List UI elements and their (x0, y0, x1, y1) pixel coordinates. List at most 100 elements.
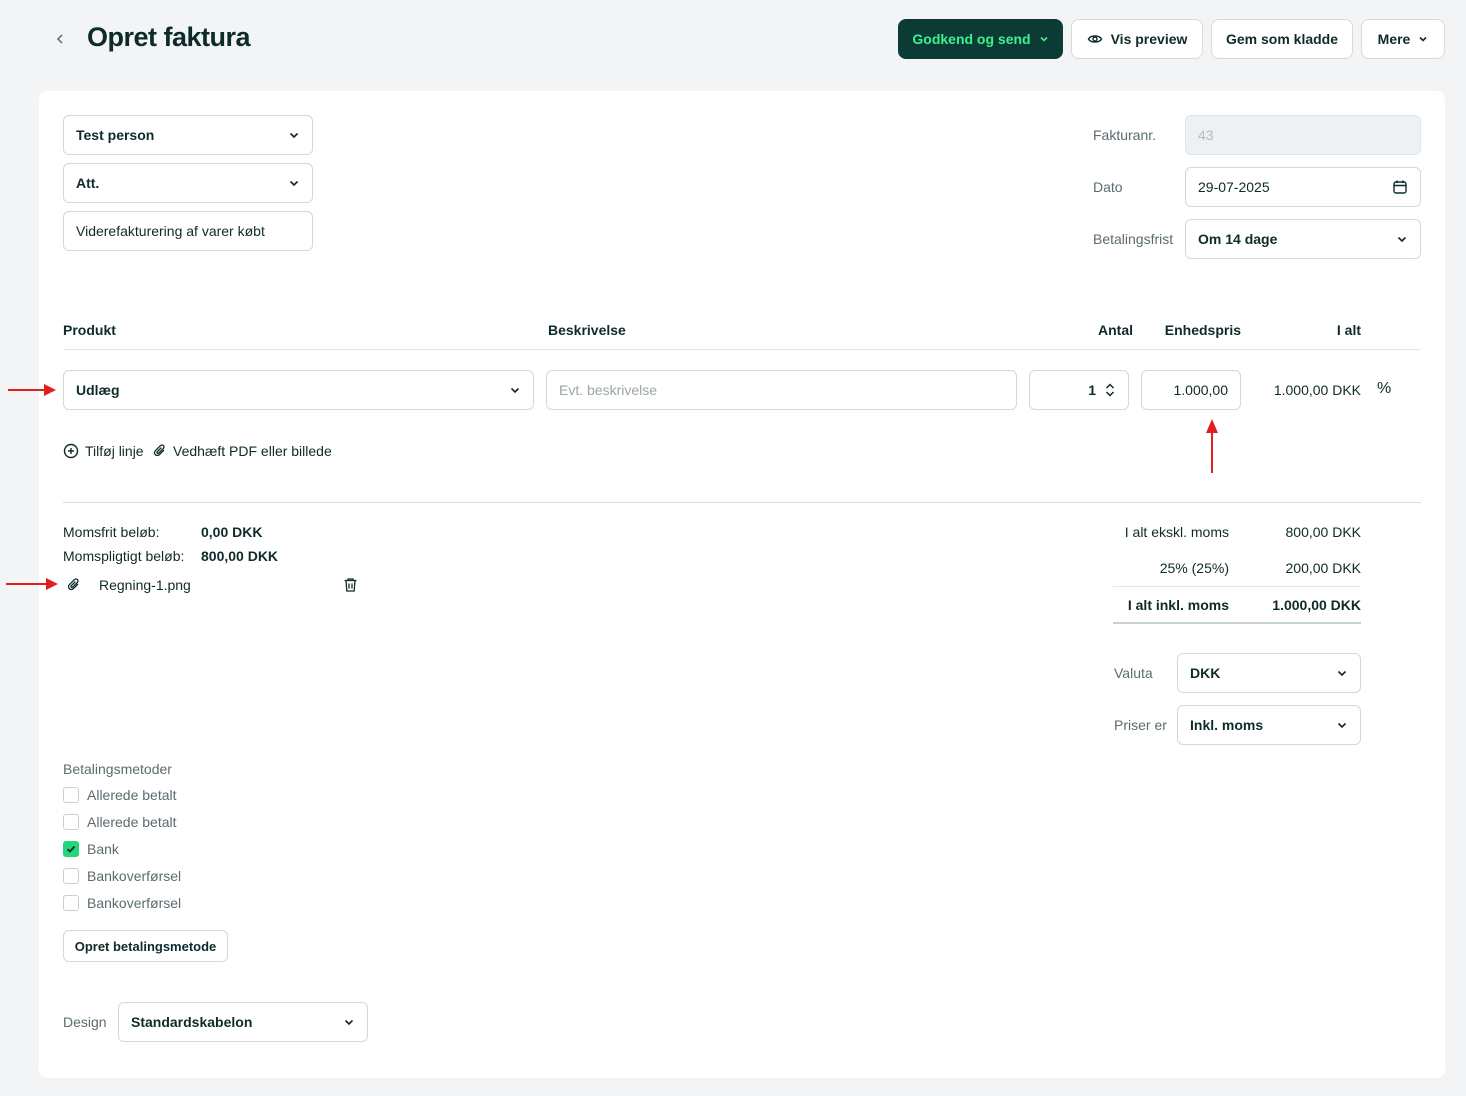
chevron-down-icon (289, 132, 299, 139)
attachment-filename[interactable]: Regning-1.png (99, 577, 191, 593)
subject-input[interactable]: Viderefakturering af varer købt (63, 211, 313, 251)
col-description: Beskrivelse (548, 322, 626, 338)
design-label: Design (63, 1014, 107, 1030)
annotation-arrow-icon (8, 384, 56, 396)
payment-method-label: Bankoverførsel (87, 868, 182, 884)
section-divider (63, 502, 1421, 503)
chevron-down-icon (510, 387, 520, 394)
total-excl-label: I alt ekskl. moms (1124, 524, 1229, 540)
chevron-down-icon (1040, 36, 1048, 42)
approve-send-button[interactable]: Godkend og send (898, 19, 1063, 59)
invoice-no-label: Fakturanr. (1093, 127, 1157, 143)
attach-file-label: Vedhæft PDF eller billede (173, 443, 332, 459)
prices-label: Priser er (1114, 717, 1167, 733)
contact-select[interactable]: Test person (63, 115, 313, 155)
page-title: Opret faktura (87, 22, 251, 52)
att-select[interactable]: Att. (63, 163, 313, 203)
col-qty: Antal (1098, 322, 1133, 338)
currency-select[interactable]: DKK (1177, 653, 1361, 693)
payment-method-label: Allerede betalt (87, 787, 177, 803)
more-button[interactable]: Mere (1361, 19, 1445, 59)
payment-checkbox[interactable] (63, 787, 79, 803)
preview-label: Vis preview (1110, 31, 1188, 47)
stepper-arrows-icon[interactable] (1104, 382, 1116, 398)
save-draft-label: Gem som kladde (1225, 31, 1339, 47)
due-value: Om 14 dage (1198, 231, 1278, 247)
product-select[interactable]: Udlæg (63, 370, 534, 410)
payment-checkbox[interactable] (63, 868, 79, 884)
discount-button[interactable]: % (1377, 380, 1391, 398)
payment-method-label: Allerede betalt (87, 814, 177, 830)
qty-value: 1 (1088, 382, 1096, 398)
description-input[interactable]: Evt. beskrivelse (546, 370, 1017, 410)
back-button[interactable] (52, 28, 68, 50)
date-label: Dato (1093, 179, 1123, 195)
chevron-down-icon (1397, 236, 1407, 243)
add-line-button[interactable]: Tilføj linje (63, 443, 144, 459)
payment-method-label: Bankoverførsel (87, 895, 182, 911)
create-payment-method-button[interactable]: Opret betalingsmetode (63, 930, 228, 962)
taxable-amount-label: Momspligtigt beløb: (63, 548, 185, 564)
preview-button[interactable]: Vis preview (1071, 19, 1203, 59)
col-total: I alt (1336, 322, 1361, 338)
contact-value: Test person (76, 127, 155, 143)
chevron-down-icon (1337, 722, 1347, 729)
chevron-down-icon (1337, 670, 1347, 677)
design-value: Standardskabelon (131, 1014, 253, 1030)
add-line-label: Tilføj linje (85, 443, 144, 459)
save-draft-button[interactable]: Gem som kladde (1211, 19, 1353, 59)
taxable-amount-value: 800,00 DKK (201, 548, 279, 564)
check-icon (66, 845, 76, 853)
exempt-amount-value: 0,00 DKK (201, 524, 263, 540)
invoice-no-value: 43 (1198, 127, 1214, 143)
chevron-left-icon (56, 34, 63, 44)
product-value: Udlæg (76, 382, 120, 398)
table-divider (63, 349, 1421, 350)
payment-checkbox[interactable] (63, 895, 79, 911)
approve-send-label: Godkend og send (912, 31, 1031, 47)
paperclip-icon (153, 444, 165, 457)
unit-price-input[interactable]: 1.000,00 (1141, 370, 1241, 410)
payment-checkbox[interactable] (63, 814, 79, 830)
attach-file-button[interactable]: Vedhæft PDF eller billede (153, 443, 332, 459)
due-select[interactable]: Om 14 dage (1185, 219, 1421, 259)
total-excl-value: 800,00 DKK (1285, 524, 1362, 540)
unit-price-value: 1.000,00 (1173, 382, 1229, 398)
vat-rate-label: 25% (25%) (1159, 560, 1229, 576)
vat-value: 200,00 DKK (1285, 560, 1362, 576)
trash-icon[interactable] (343, 577, 358, 593)
annotation-arrow-icon (6, 578, 58, 590)
qty-stepper[interactable]: 1 (1029, 370, 1129, 410)
due-label: Betalingsfrist (1093, 231, 1174, 247)
paperclip-icon (67, 578, 79, 591)
more-label: Mere (1377, 31, 1411, 47)
prices-value: Inkl. moms (1190, 717, 1264, 733)
payment-method-label: Bank (87, 841, 119, 857)
description-placeholder: Evt. beskrivelse (559, 382, 658, 398)
currency-value: DKK (1190, 665, 1221, 681)
prices-select[interactable]: Inkl. moms (1177, 705, 1361, 745)
exempt-amount-label: Momsfrit beløb: (63, 524, 160, 540)
att-value: Att. (76, 175, 100, 191)
plus-circle-icon (63, 443, 79, 459)
subject-value: Viderefakturering af varer købt (76, 223, 265, 239)
chevron-down-icon (1419, 36, 1427, 42)
currency-label: Valuta (1114, 665, 1153, 681)
date-input[interactable]: 29-07-2025 (1185, 167, 1421, 207)
date-value: 29-07-2025 (1198, 179, 1270, 195)
totals-divider (1113, 586, 1361, 587)
col-product: Produkt (63, 322, 116, 338)
payment-methods-title: Betalingsmetoder (63, 761, 172, 777)
total-incl-value: 1.000,00 DKK (1272, 597, 1361, 613)
totals-underline (1113, 622, 1361, 624)
calendar-icon[interactable] (1392, 179, 1408, 195)
chevron-down-icon (289, 180, 299, 187)
col-unit-price: Enhedspris (1164, 322, 1241, 338)
invoice-no-input: 43 (1185, 115, 1421, 155)
line-total: 1.000,00 DKK (1273, 382, 1361, 398)
annotation-arrow-icon (1206, 419, 1218, 473)
total-incl-label: I alt inkl. moms (1127, 597, 1229, 613)
design-select[interactable]: Standardskabelon (118, 1002, 368, 1042)
payment-checkbox[interactable] (63, 841, 79, 857)
eye-icon (1087, 35, 1102, 43)
